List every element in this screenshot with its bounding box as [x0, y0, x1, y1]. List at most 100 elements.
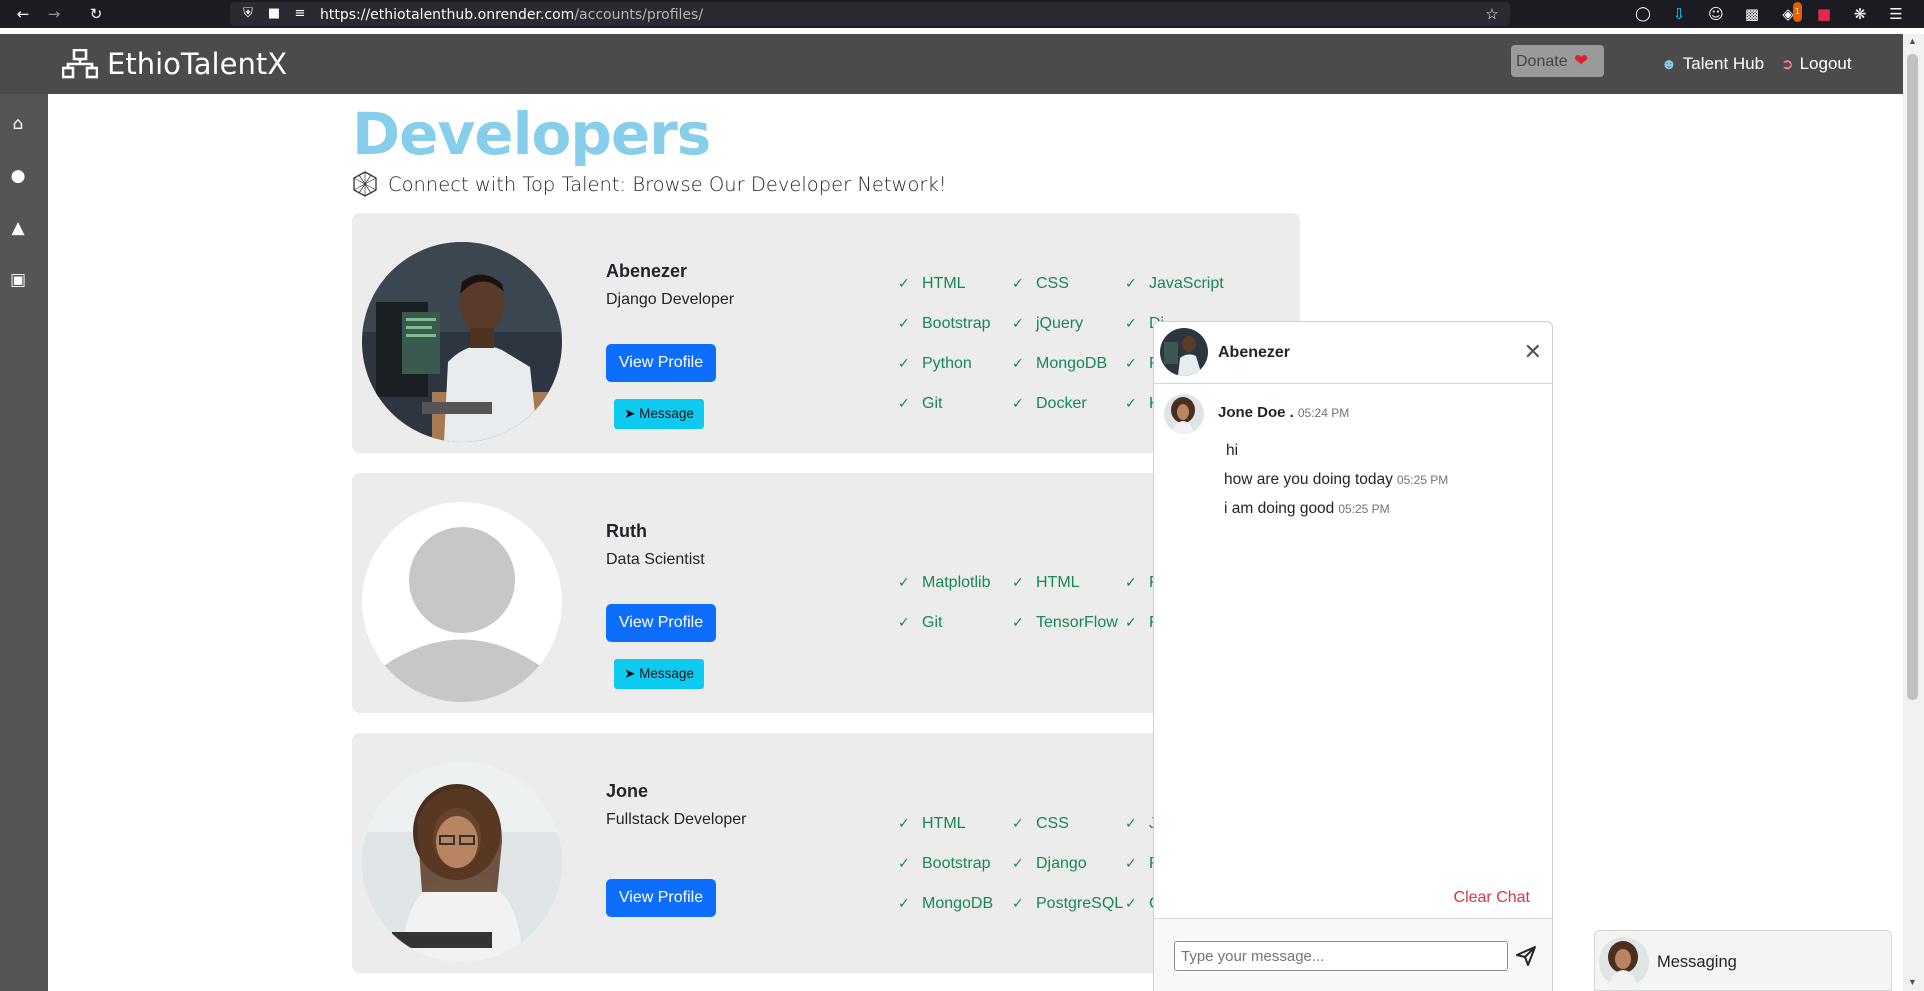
lock-icon[interactable]: ■	[264, 4, 284, 24]
adblock-icon[interactable]: ■	[1814, 4, 1834, 24]
user-icon[interactable]: ●	[8, 166, 28, 186]
developer-name[interactable]: Ruth	[606, 521, 647, 542]
logout-icon: ➲	[1781, 56, 1794, 73]
account-icon[interactable]: ☺	[1706, 4, 1726, 24]
pocket-icon[interactable]: ◯	[1633, 4, 1653, 24]
chat-message: hi	[1226, 442, 1238, 460]
check-icon: ✓	[1125, 575, 1137, 591]
permissions-icon[interactable]: ≡	[290, 4, 310, 24]
send-icon: ➤	[624, 666, 636, 681]
check-icon: ✓	[1125, 316, 1137, 332]
talent-hub-label: Talent Hub	[1682, 54, 1765, 73]
hexagon-network-icon	[353, 171, 377, 197]
graduation-cap-icon[interactable]: ▲	[8, 218, 28, 238]
avatar[interactable]	[362, 502, 562, 702]
view-profile-button[interactable]: View Profile	[606, 604, 716, 642]
network-logo-icon[interactable]	[62, 49, 98, 79]
clear-chat-link[interactable]: Clear Chat	[1454, 889, 1530, 907]
send-icon[interactable]	[1514, 944, 1538, 968]
skill-item: ✓ CSS	[1012, 275, 1069, 292]
message-button[interactable]: ➤ Message	[614, 399, 704, 429]
developer-role: Django Developer	[606, 291, 735, 308]
react-devtools-icon[interactable]: ❋	[1850, 4, 1870, 24]
check-icon: ✓	[1125, 816, 1137, 832]
reload-icon[interactable]: ↻	[86, 4, 106, 24]
logout-link[interactable]: ➲ Logout	[1781, 54, 1852, 74]
forward-icon[interactable]: →	[44, 4, 64, 24]
talent-hub-link[interactable]: ☻ Talent Hub	[1661, 54, 1764, 74]
check-icon: ✓	[1012, 396, 1024, 412]
skill-item: ✓ Matplotlib	[898, 574, 991, 591]
menu-icon[interactable]: ☰	[1886, 4, 1906, 24]
avatar[interactable]	[362, 762, 562, 962]
skill-item: ✓ Docker	[1012, 395, 1087, 412]
scroll-thumb[interactable]	[1907, 54, 1918, 700]
avatar	[1160, 328, 1208, 376]
view-profile-button[interactable]: View Profile	[606, 879, 716, 917]
brand-name[interactable]: EthioTalentX	[107, 47, 287, 81]
check-icon: ✓	[1012, 615, 1024, 631]
logout-label: Logout	[1799, 54, 1852, 73]
bookmark-star-icon[interactable]: ☆	[1482, 4, 1502, 24]
page-scrollbar[interactable]: ▲ ▼	[1903, 34, 1924, 991]
left-sidebar: ⌂ ● ▲ ▣	[0, 94, 48, 991]
developer-name[interactable]: Abenezer	[606, 261, 687, 282]
check-icon: ✓	[898, 316, 910, 332]
developer-role: Fullstack Developer	[606, 811, 747, 828]
messaging-dock[interactable]: Messaging	[1594, 930, 1892, 991]
avatar	[1164, 394, 1204, 434]
donate-button[interactable]: Donate ❤	[1511, 45, 1604, 77]
address-bar[interactable]: ⛨ ■ ≡ https://ethiotalenthub.onrender.co…	[230, 2, 1510, 26]
message-input[interactable]	[1174, 941, 1508, 971]
send-icon: ➤	[624, 406, 636, 421]
developer-name[interactable]: Jone	[606, 781, 648, 802]
chat-title: Abenezer	[1218, 344, 1291, 361]
message-button-label: Message	[639, 666, 694, 681]
scroll-up-icon[interactable]: ▲	[1908, 36, 1917, 46]
scroll-down-icon[interactable]: ▼	[1908, 977, 1917, 987]
message-time: 05:25 PM	[1396, 473, 1449, 487]
url-text[interactable]: https://ethiotalenthub.onrender.com/acco…	[320, 7, 703, 23]
avatar	[1599, 937, 1649, 987]
skill-item: ✓ MongoDB	[1012, 355, 1108, 372]
message-button-label: Message	[639, 406, 694, 421]
message-button[interactable]: ➤ Message	[614, 659, 704, 689]
check-icon: ✓	[1012, 856, 1024, 872]
check-icon: ✓	[1125, 276, 1137, 292]
briefcase-icon[interactable]: ▣	[8, 270, 28, 290]
extensions-icon[interactable]: ▩	[1742, 4, 1762, 24]
avatar[interactable]	[362, 242, 562, 442]
home-icon[interactable]: ⌂	[8, 114, 28, 134]
check-icon: ✓	[1012, 575, 1024, 591]
check-icon: ✓	[1012, 816, 1024, 832]
close-icon[interactable]: ✕	[1524, 340, 1542, 365]
view-profile-button[interactable]: View Profile	[606, 344, 716, 382]
browser-toolbar: ← → ↻ ⛨ ■ ≡ https://ethiotalenthub.onren…	[0, 0, 1924, 28]
back-icon[interactable]: ←	[13, 4, 33, 24]
check-icon: ✓	[898, 816, 910, 832]
check-icon: ✓	[1125, 396, 1137, 412]
check-icon: ✓	[898, 396, 910, 412]
download-icon[interactable]: ⇩	[1669, 4, 1689, 24]
skill-item: ✓ Git	[898, 395, 943, 412]
check-icon: ✓	[898, 896, 910, 912]
subtitle-text: Connect with Top Talent: Browse Our Deve…	[388, 172, 947, 196]
skill-item: ✓ JavaScript	[1125, 275, 1224, 292]
skill-item: ✓ HTML	[898, 815, 966, 832]
developer-role: Data Scientist	[606, 551, 705, 568]
skill-item: ✓ Python	[898, 355, 972, 372]
message-text: i am doing good	[1224, 500, 1335, 517]
message-time: 05:24 PM	[1297, 406, 1350, 420]
donate-label: Donate	[1516, 53, 1568, 70]
extension-badge-icon[interactable]: ◈ 1	[1778, 2, 1802, 24]
skill-item: ✓ HTML	[1012, 574, 1080, 591]
heart-icon: ❤	[1574, 51, 1589, 70]
check-icon: ✓	[1125, 615, 1137, 631]
check-icon: ✓	[1125, 356, 1137, 372]
users-icon: ☻	[1661, 56, 1677, 73]
chat-composer	[1154, 918, 1552, 991]
message-text: how are you doing today	[1224, 471, 1393, 488]
shield-icon[interactable]: ⛨	[238, 4, 258, 24]
page-subtitle: Connect with Top Talent: Browse Our Deve…	[352, 170, 947, 198]
check-icon: ✓	[1012, 896, 1024, 912]
